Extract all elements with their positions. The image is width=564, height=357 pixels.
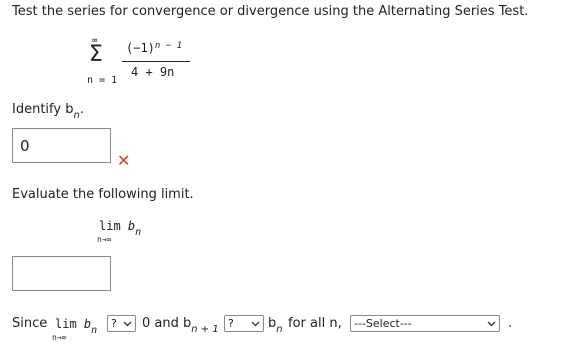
since-text: Since [12, 316, 48, 331]
conclusion-limit-under: n→∞ [52, 333, 67, 342]
sum-lower-limit: n = 1 [87, 75, 118, 86]
chevron-down-icon [251, 321, 260, 327]
identify-label-text: Identify b [12, 102, 74, 117]
identify-label-period: . [79, 102, 84, 117]
conclusion-bn: bn [268, 316, 283, 335]
sigma-symbol: Σ [89, 42, 103, 67]
limit-comparison-select[interactable]: ? [107, 315, 136, 332]
middle-b-sub: n + 1 [191, 324, 219, 335]
limit-b-sub: n [135, 227, 142, 238]
conclusion-select[interactable]: ---Select--- [350, 315, 500, 332]
series-denominator: 4 + 9n [131, 65, 175, 79]
conclusion-limit: lim bn [55, 317, 97, 336]
evaluate-label: Evaluate the following limit. [12, 187, 194, 202]
series-numerator: (−1)n − 1 [126, 41, 182, 55]
for-all-text: for all n, [288, 316, 342, 331]
fraction-bar [122, 61, 190, 62]
conclusion-select-value: ---Select--- [354, 317, 412, 330]
lim-word: lim [99, 219, 121, 233]
numerator-exponent: n − 1 [154, 41, 182, 51]
bn-answer-input[interactable]: 0 [12, 128, 111, 163]
conclusion-middle: 0 and bn + 1 [142, 316, 219, 335]
instructions-text: Test the series for convergence or diver… [12, 4, 529, 19]
term-comparison-select[interactable]: ? [224, 315, 264, 332]
chevron-down-icon [123, 321, 132, 327]
conclusion-lim-word: lim [55, 317, 77, 331]
conclusion-b2-sub: n [276, 324, 283, 335]
term-comparison-value: ? [228, 317, 234, 330]
period-text: . [508, 316, 513, 331]
numerator-base: (−1) [126, 41, 155, 55]
limit-expression: lim bn [99, 219, 141, 238]
limit-under: n→∞ [97, 235, 112, 244]
identify-label-sub: n [73, 110, 80, 121]
incorrect-icon: ✕ [117, 151, 131, 170]
middle-text: 0 and b [142, 316, 192, 331]
identify-label: Identify bn. [12, 102, 84, 121]
conclusion-b-sub: n [91, 325, 98, 336]
limit-comparison-value: ? [111, 317, 117, 330]
chevron-down-icon [487, 321, 496, 327]
limit-answer-input[interactable] [12, 256, 111, 291]
